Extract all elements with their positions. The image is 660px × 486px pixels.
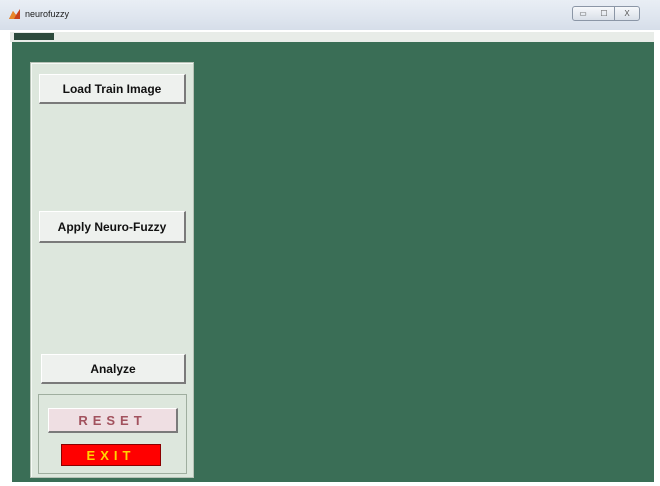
window-title-bar: neurofuzzy ▭ ☐ X bbox=[0, 0, 660, 31]
toolbar-tab[interactable] bbox=[14, 33, 54, 40]
exit-button[interactable]: EXIT bbox=[61, 444, 161, 466]
figure-toolbar-strip bbox=[10, 32, 654, 42]
apply-neuro-fuzzy-button[interactable]: Apply Neuro-Fuzzy bbox=[39, 211, 186, 243]
load-train-image-button[interactable]: Load Train Image bbox=[39, 74, 186, 104]
window-title: neurofuzzy bbox=[25, 9, 70, 19]
maximize-button[interactable]: ☐ bbox=[593, 6, 615, 21]
minimize-button[interactable]: ▭ bbox=[572, 6, 594, 21]
close-icon: X bbox=[624, 9, 630, 18]
close-button[interactable]: X bbox=[614, 6, 640, 21]
analyze-button[interactable]: Analyze bbox=[41, 354, 186, 384]
reset-button[interactable]: RESET bbox=[48, 408, 178, 433]
matlab-icon bbox=[9, 9, 20, 19]
minimize-icon: ▭ bbox=[579, 9, 587, 18]
maximize-icon: ☐ bbox=[600, 9, 608, 18]
